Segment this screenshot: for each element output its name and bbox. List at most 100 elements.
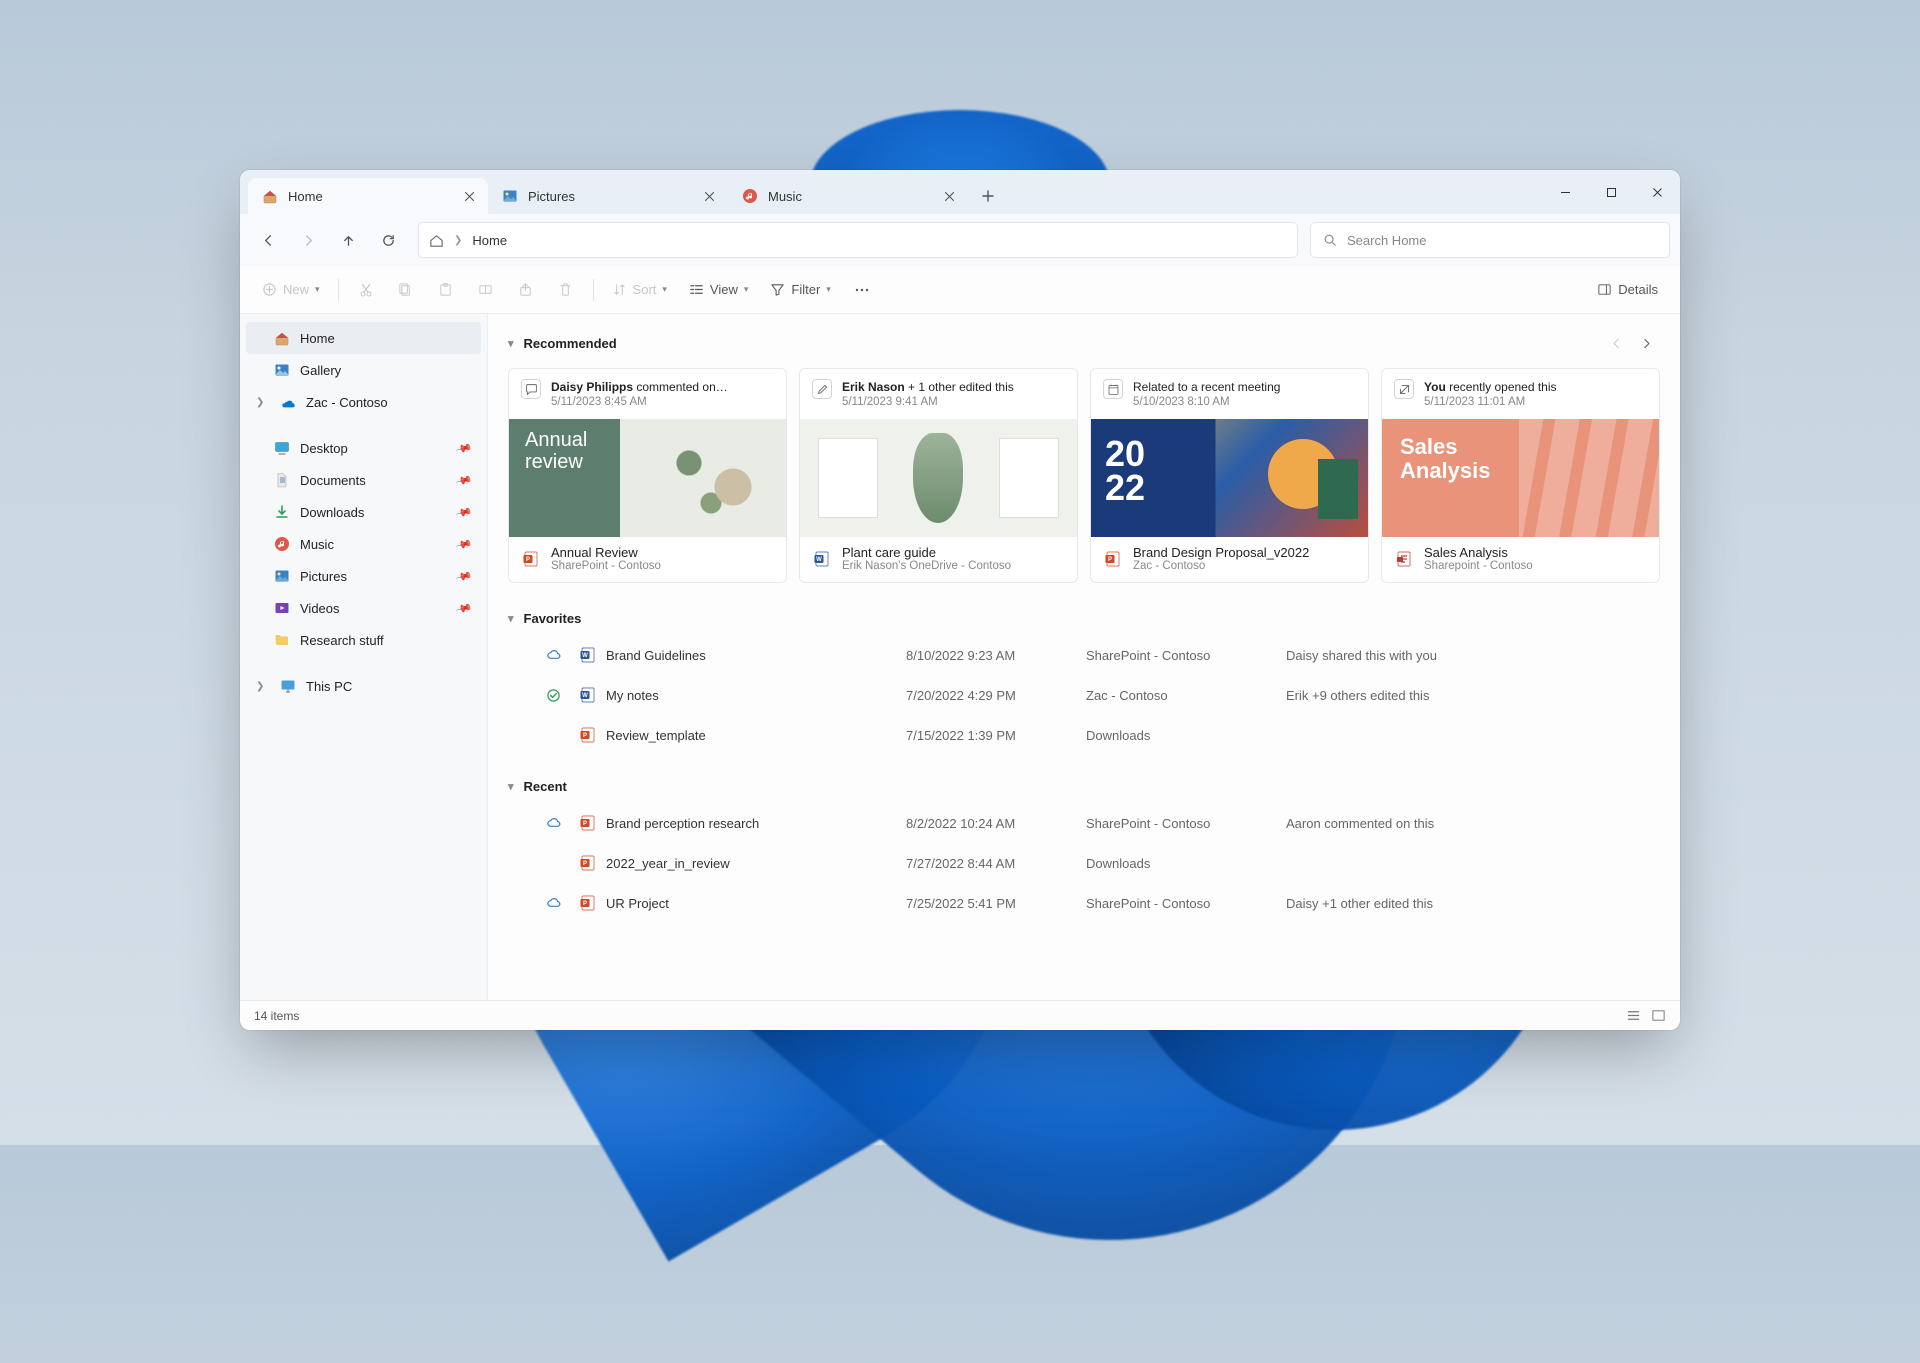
section-favorites[interactable]: ▾ Favorites — [508, 601, 1660, 635]
svg-text:P: P — [583, 901, 587, 907]
sidebar-item-label: This PC — [306, 679, 352, 694]
sidebar-item-home[interactable]: Home — [246, 322, 481, 354]
up-button[interactable] — [330, 222, 366, 258]
cloud-status-icon — [528, 896, 578, 911]
recommended-card[interactable]: Erik Nason + 1 other edited this 5/11/20… — [799, 368, 1078, 583]
folder-icon — [274, 632, 290, 648]
sidebar-item-this-pc[interactable]: ❯ This PC — [246, 670, 481, 702]
file-activity: Aaron commented on this — [1286, 816, 1660, 831]
details-view-icon[interactable] — [1626, 1008, 1641, 1023]
more-button[interactable] — [845, 274, 879, 306]
scroll-left-button[interactable] — [1602, 329, 1630, 357]
sidebar-item-downloads[interactable]: Downloads📌 — [246, 496, 481, 528]
filter-button[interactable]: Filter ▾ — [762, 274, 838, 306]
sidebar-item-music[interactable]: Music📌 — [246, 528, 481, 560]
address-bar[interactable]: ❯ Home — [418, 222, 1298, 258]
forward-button[interactable] — [290, 222, 326, 258]
sidebar-item-gallery[interactable]: Gallery — [246, 354, 481, 386]
tabs: Home Pictures Music — [248, 178, 968, 214]
open-icon — [1394, 379, 1414, 399]
back-button[interactable] — [250, 222, 286, 258]
section-recent[interactable]: ▾ Recent — [508, 769, 1660, 803]
cut-button[interactable] — [349, 274, 383, 306]
activity-text: Related to a recent meeting — [1133, 379, 1280, 395]
file-name: Sales Analysis — [1424, 545, 1533, 561]
refresh-button[interactable] — [370, 222, 406, 258]
svg-text:P: P — [526, 557, 530, 563]
activity-text: You recently opened this — [1424, 379, 1557, 395]
chevron-right-icon: ❯ — [454, 235, 462, 246]
content-area: ▾ Recommended Daisy Philipps commented o… — [488, 314, 1680, 1000]
file-row[interactable]: P UR Project 7/25/2022 5:41 PM SharePoin… — [508, 883, 1660, 923]
maximize-button[interactable] — [1588, 170, 1634, 214]
sidebar-item-research-stuff[interactable]: Research stuff — [246, 624, 481, 656]
tab-pictures[interactable]: Pictures — [488, 178, 728, 214]
delete-button[interactable] — [549, 274, 583, 306]
recommended-card[interactable]: Related to a recent meeting 5/10/2023 8:… — [1090, 368, 1369, 583]
thumbnails-view-icon[interactable] — [1651, 1008, 1666, 1023]
close-tab-button[interactable] — [940, 187, 958, 205]
section-recommended[interactable]: ▾ Recommended — [508, 326, 1660, 360]
details-pane-button[interactable]: Details — [1589, 274, 1666, 306]
file-row[interactable]: W Brand Guidelines 8/10/2022 9:23 AM Sha… — [508, 635, 1660, 675]
file-location: Downloads — [1086, 728, 1286, 743]
svg-text:W: W — [582, 693, 588, 699]
chevron-right-icon: ❯ — [256, 397, 270, 408]
recommended-card[interactable]: Daisy Philipps commented on… 5/11/2023 8… — [508, 368, 787, 583]
new-button[interactable]: New ▾ — [254, 274, 328, 306]
ppt-icon: P — [578, 853, 598, 873]
file-explorer-window: Home Pictures Music ❯ Home Search Home — [240, 170, 1680, 1030]
close-window-button[interactable] — [1634, 170, 1680, 214]
file-date: 7/20/2022 4:29 PM — [906, 688, 1086, 703]
file-row[interactable]: P 2022_year_in_review 7/27/2022 8:44 AM … — [508, 843, 1660, 883]
file-date: 7/27/2022 8:44 AM — [906, 856, 1086, 871]
view-button[interactable]: View ▾ — [681, 274, 756, 306]
share-button[interactable] — [509, 274, 543, 306]
ppt-icon: P — [1103, 549, 1123, 569]
recommended-card[interactable]: You recently opened this 5/11/2023 11:01… — [1381, 368, 1660, 583]
sidebar-item-videos[interactable]: Videos📌 — [246, 592, 481, 624]
scroll-right-button[interactable] — [1632, 329, 1660, 357]
search-input[interactable]: Search Home — [1310, 222, 1670, 258]
tab-label: Pictures — [528, 189, 575, 204]
file-name: UR Project — [606, 896, 906, 911]
copy-button[interactable] — [389, 274, 423, 306]
close-tab-button[interactable] — [460, 187, 478, 205]
sort-button[interactable]: Sort ▾ — [604, 274, 675, 306]
new-tab-button[interactable] — [972, 180, 1004, 212]
file-date: 7/25/2022 5:41 PM — [906, 896, 1086, 911]
sidebar-item-label: Music — [300, 537, 334, 552]
file-location: Sharepoint - Contoso — [1424, 560, 1533, 572]
sidebar-item-label: Zac - Contoso — [306, 395, 388, 410]
minimize-button[interactable] — [1542, 170, 1588, 214]
ppt-icon: P — [521, 549, 541, 569]
file-activity: Daisy shared this with you — [1286, 648, 1660, 663]
breadcrumb: Home — [472, 233, 507, 248]
onedrive-icon — [280, 394, 296, 410]
sidebar-item-zac-contoso[interactable]: ❯ Zac - Contoso — [246, 386, 481, 418]
word-icon: W — [578, 645, 598, 665]
file-row[interactable]: P Review_template 7/15/2022 1:39 PM Down… — [508, 715, 1660, 755]
file-row[interactable]: P Brand perception research 8/2/2022 10:… — [508, 803, 1660, 843]
file-location: Zac - Contoso — [1086, 688, 1286, 703]
rename-button[interactable] — [469, 274, 503, 306]
tab-home[interactable]: Home — [248, 178, 488, 214]
svg-text:P: P — [583, 821, 587, 827]
file-name: Annual Review — [551, 545, 661, 561]
file-name: Plant care guide — [842, 545, 1011, 561]
close-tab-button[interactable] — [700, 187, 718, 205]
sidebar-item-desktop[interactable]: Desktop📌 — [246, 432, 481, 464]
sidebar-item-pictures[interactable]: Pictures📌 — [246, 560, 481, 592]
file-name: My notes — [606, 688, 906, 703]
sidebar-item-documents[interactable]: Documents📌 — [246, 464, 481, 496]
paste-button[interactable] — [429, 274, 463, 306]
file-name: Brand perception research — [606, 816, 906, 831]
tab-label: Music — [768, 189, 802, 204]
chevron-down-icon: ▾ — [662, 284, 667, 295]
file-row[interactable]: W My notes 7/20/2022 4:29 PM Zac - Conto… — [508, 675, 1660, 715]
file-location: SharePoint - Contoso — [551, 560, 661, 572]
tab-music[interactable]: Music — [728, 178, 968, 214]
pin-icon: 📌 — [455, 599, 473, 617]
word-icon: W — [812, 549, 832, 569]
pin-icon: 📌 — [455, 567, 473, 585]
